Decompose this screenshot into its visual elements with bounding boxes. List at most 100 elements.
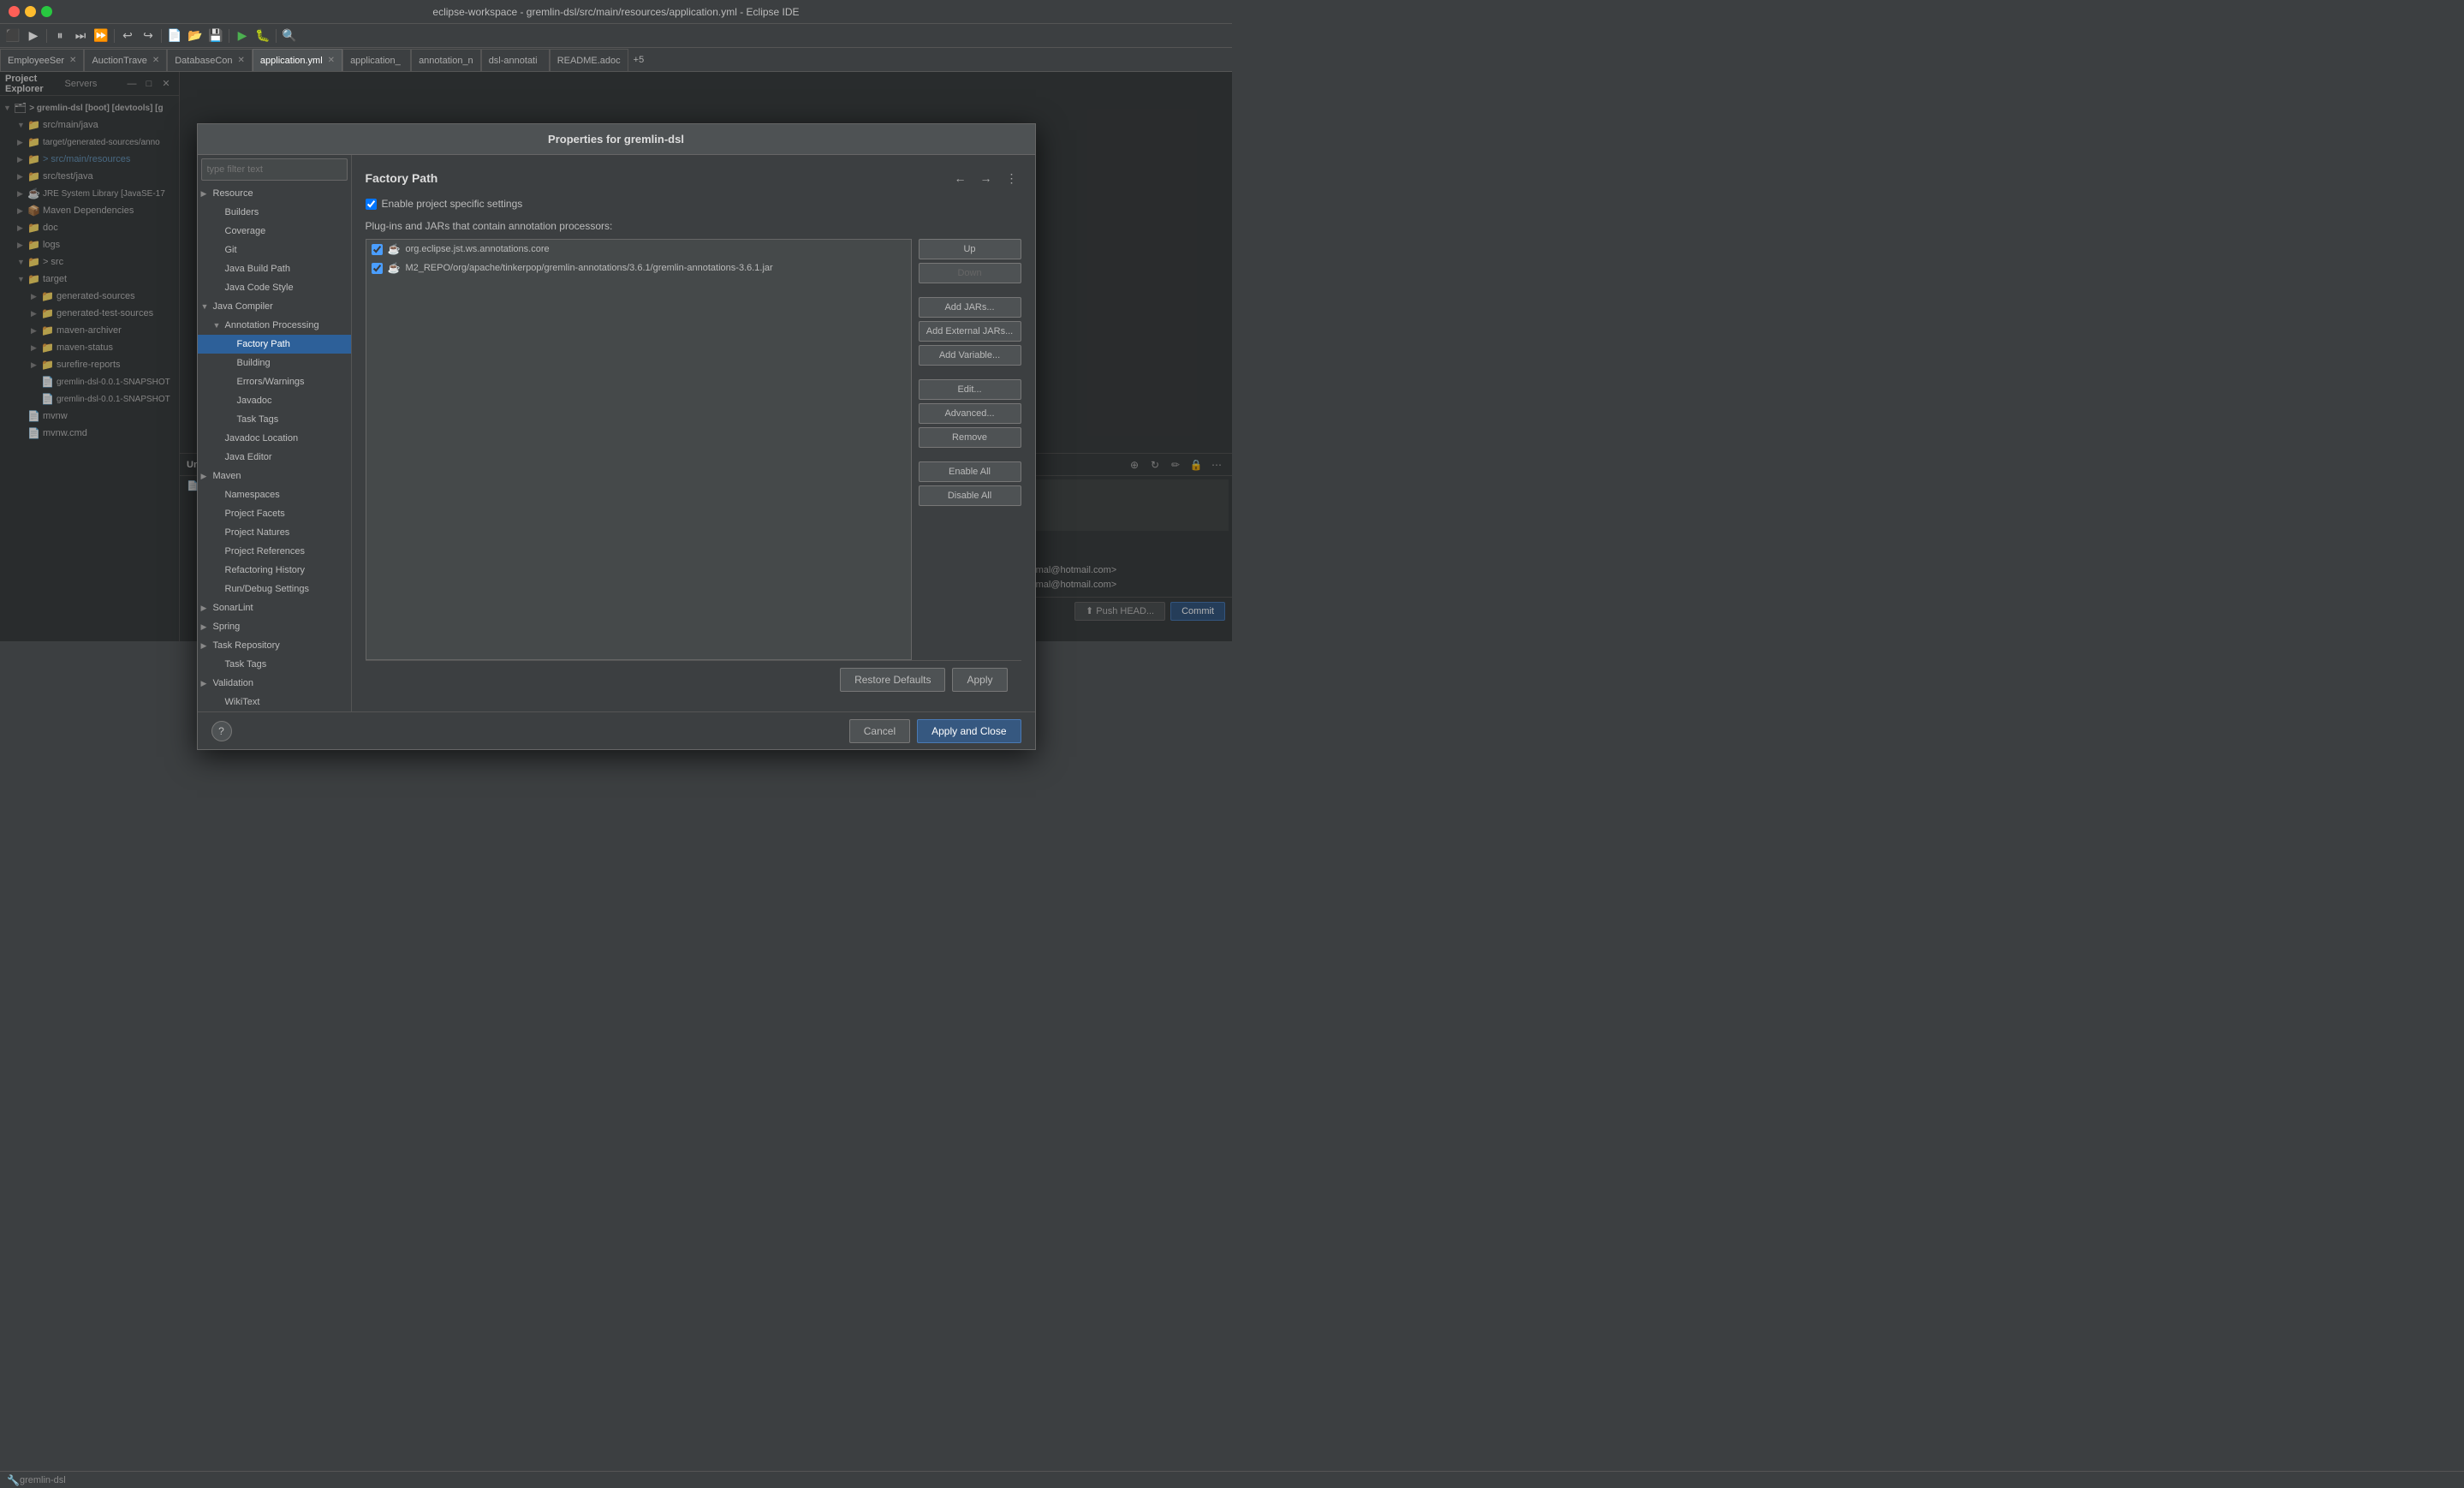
- minimize-button[interactable]: [25, 6, 36, 17]
- nav-task-repository[interactable]: ▶ Task Repository: [198, 636, 351, 655]
- nav-javadoc[interactable]: Javadoc: [198, 391, 351, 410]
- restore-defaults-button[interactable]: Restore Defaults: [840, 668, 945, 692]
- tab-dsl[interactable]: dsl-annotati: [481, 49, 550, 71]
- jar-icon-1: ☕: [388, 243, 401, 255]
- toolbar-btn-run[interactable]: ▶: [233, 27, 252, 45]
- toolbar-btn-new[interactable]: 📄: [165, 27, 184, 45]
- tab-database[interactable]: DatabaseCon ✕: [167, 49, 253, 71]
- toolbar-btn-1[interactable]: ⬛: [3, 27, 22, 45]
- nav-wikitext[interactable]: WikiText: [198, 693, 351, 711]
- tab-application-yml[interactable]: application.yml ✕: [253, 49, 342, 71]
- nav-project-references[interactable]: Project References: [198, 542, 351, 561]
- status-icon: 🔧: [7, 1474, 20, 1486]
- nav-errors-warnings[interactable]: Errors/Warnings: [198, 372, 351, 391]
- toolbar-btn-3[interactable]: ⏸: [51, 27, 69, 45]
- status-bar: 🔧 gremlin-dsl: [0, 1471, 2464, 1488]
- add-jars-button[interactable]: Add JARs...: [919, 297, 1021, 318]
- project-references-label: Project References: [225, 546, 306, 557]
- forward-button[interactable]: →: [977, 169, 996, 187]
- disable-all-button[interactable]: Disable All: [919, 485, 1021, 506]
- tab-close-employee[interactable]: ✕: [69, 56, 76, 65]
- nav-spring[interactable]: ▶ Spring: [198, 617, 351, 636]
- toolbar-btn-open[interactable]: 📂: [186, 27, 205, 45]
- jars-area: ☕ org.eclipse.jst.ws.annotations.core ☕ …: [366, 239, 1021, 660]
- content-title: Factory Path: [366, 171, 944, 185]
- maximize-button[interactable]: [41, 6, 52, 17]
- dialog-title: Properties for gremlin-dsl: [548, 133, 684, 146]
- apply-button[interactable]: Apply: [952, 668, 1007, 692]
- remove-button[interactable]: Remove: [919, 427, 1021, 448]
- tab-close-auction[interactable]: ✕: [152, 56, 159, 65]
- jar-item-2[interactable]: ☕ M2_REPO/org/apache/tinkerpop/gremlin-a…: [366, 259, 911, 277]
- back-button[interactable]: ←: [951, 169, 970, 187]
- close-button[interactable]: [9, 6, 20, 17]
- nav-builders[interactable]: Builders: [198, 203, 351, 222]
- nav-java-editor[interactable]: Java Editor: [198, 448, 351, 467]
- cancel-button[interactable]: Cancel: [849, 719, 910, 743]
- jar-buttons: Up Down Add JARs... Add External JARs...…: [919, 239, 1021, 660]
- nav-factory-path[interactable]: Factory Path: [198, 335, 351, 354]
- nav-namespaces[interactable]: Namespaces: [198, 485, 351, 504]
- toolbar-btn-debug[interactable]: 🐛: [253, 27, 272, 45]
- nav-git[interactable]: Git: [198, 241, 351, 259]
- toolbar-btn-4[interactable]: ⏭: [71, 27, 90, 45]
- add-external-jars-button[interactable]: Add External JARs...: [919, 321, 1021, 342]
- tab-employee[interactable]: EmployeeSer ✕: [0, 49, 84, 71]
- edit-button[interactable]: Edit...: [919, 379, 1021, 400]
- toolbar-btn-5[interactable]: ⏩: [92, 27, 110, 45]
- nav-refactoring-history[interactable]: Refactoring History: [198, 561, 351, 580]
- toolbar-btn-search[interactable]: 🔍: [280, 27, 299, 45]
- toolbar-btn-6[interactable]: ↩: [118, 27, 137, 45]
- nav-javadoc-location[interactable]: Javadoc Location: [198, 429, 351, 448]
- jar-item-1[interactable]: ☕ org.eclipse.jst.ws.annotations.core: [366, 240, 911, 259]
- task-repository-label: Task Repository: [213, 640, 280, 651]
- jar-checkbox-2[interactable]: [372, 263, 383, 274]
- down-button[interactable]: Down: [919, 263, 1021, 283]
- dialog-actions-top: Restore Defaults Apply: [366, 660, 1021, 698]
- nav-task-tags[interactable]: Task Tags: [198, 410, 351, 429]
- more-button[interactable]: ⋮: [1003, 169, 1021, 187]
- add-variable-button[interactable]: Add Variable...: [919, 345, 1021, 366]
- tab-label: annotation_n: [419, 56, 473, 66]
- advanced-button[interactable]: Advanced...: [919, 403, 1021, 424]
- project-facets-label: Project Facets: [225, 509, 285, 519]
- dialog-titlebar: Properties for gremlin-dsl: [198, 124, 1035, 155]
- nav-maven[interactable]: ▶ Maven: [198, 467, 351, 485]
- enable-specific-checkbox[interactable]: [366, 199, 377, 210]
- tab-auction[interactable]: AuctionTrave ✕: [84, 49, 167, 71]
- tab-label: AuctionTrave: [92, 56, 146, 66]
- properties-dialog: Properties for gremlin-dsl ▶ Resource Bu…: [197, 123, 1036, 750]
- help-button[interactable]: ?: [211, 721, 232, 741]
- tab-annotation[interactable]: annotation_n: [411, 49, 481, 71]
- tab-close-database[interactable]: ✕: [238, 56, 245, 65]
- nav-annotation-processing[interactable]: ▼ Annotation Processing: [198, 316, 351, 335]
- toolbar-btn-save[interactable]: 💾: [206, 27, 225, 45]
- tab-readme[interactable]: README.adoc: [550, 49, 628, 71]
- tab-application-2[interactable]: application_: [342, 49, 411, 71]
- nav-sonarlint[interactable]: ▶ SonarLint: [198, 598, 351, 617]
- toolbar-btn-2[interactable]: ▶: [24, 27, 43, 45]
- tabs-overflow[interactable]: +5: [628, 49, 650, 71]
- toolbar-separator-5: [276, 29, 277, 43]
- nav-coverage[interactable]: Coverage: [198, 222, 351, 241]
- enable-all-button[interactable]: Enable All: [919, 461, 1021, 482]
- nav-run-debug[interactable]: Run/Debug Settings: [198, 580, 351, 598]
- toolbar-btn-7[interactable]: ↪: [139, 27, 158, 45]
- nav-java-build-path[interactable]: Java Build Path: [198, 259, 351, 278]
- nav-project-facets[interactable]: Project Facets: [198, 504, 351, 523]
- filter-input[interactable]: [201, 158, 348, 181]
- up-button[interactable]: Up: [919, 239, 1021, 259]
- jar-checkbox-1[interactable]: [372, 244, 383, 255]
- apply-and-close-button[interactable]: Apply and Close: [917, 719, 1021, 743]
- nav-project-natures[interactable]: Project Natures: [198, 523, 351, 542]
- status-label: gremlin-dsl: [20, 1475, 66, 1485]
- nav-building[interactable]: Building: [198, 354, 351, 372]
- nav-resource[interactable]: ▶ Resource: [198, 184, 351, 203]
- tab-close-yml[interactable]: ✕: [328, 56, 335, 65]
- nav-java-compiler[interactable]: ▼ Java Compiler: [198, 297, 351, 316]
- main-toolbar: ⬛ ▶ ⏸ ⏭ ⏩ ↩ ↪ 📄 📂 💾 ▶ 🐛 🔍: [0, 24, 1232, 48]
- nav-task-tags-2[interactable]: Task Tags: [198, 655, 351, 674]
- nav-java-code-style[interactable]: Java Code Style: [198, 278, 351, 297]
- nav-validation[interactable]: ▶ Validation: [198, 674, 351, 693]
- window-controls[interactable]: [9, 6, 52, 17]
